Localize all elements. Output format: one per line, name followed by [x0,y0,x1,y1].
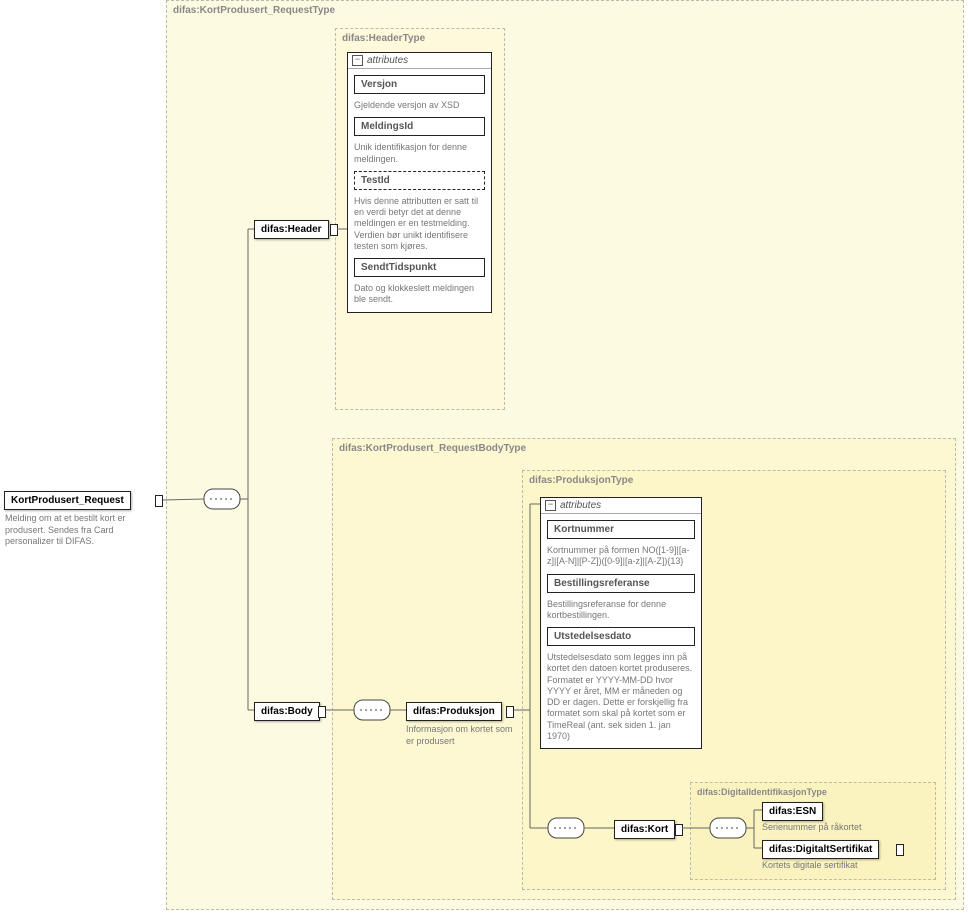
produksjon-type-label: difas:ProduksjonType [529,475,633,486]
attr-sendttidspunkt-desc: Dato og klokkeslett meldingen ble sendt. [354,283,485,306]
kort-element: difas:Kort [614,820,675,839]
header-attrs: − attributes Versjon Gjeldende versjon a… [347,52,492,313]
attr-bestillingsreferanse: Bestillingsreferanse [547,574,695,593]
tab-icon [506,706,514,718]
attr-versjon: Versjon [354,75,485,94]
tab-icon [675,824,683,836]
esn-element: difas:ESN [762,802,823,821]
sertifikat-desc: Kortets digitale sertifikat [762,860,912,872]
tab-icon [318,706,326,718]
tab-icon [330,224,338,236]
produksjon-desc: Informasjon om kortet som er produsert [406,724,518,747]
produksjon-attrs: − attributes Kortnummer Kortnummer på fo… [540,497,702,749]
produksjon-element: difas:Produksjon [406,702,502,721]
header-element: difas:Header [254,220,329,239]
root-element: KortProdusert_Request [4,491,131,510]
attr-meldingsid-desc: Unik identifikasjon for denne meldingen. [354,142,485,165]
attr-testid: TestId [354,171,485,190]
request-type-label: difas:KortProdusert_RequestType [173,5,335,16]
root-desc: Melding om at et bestilt kort er produse… [5,513,145,548]
produksjon-attrs-title: − attributes [541,498,701,514]
attr-bestillingsreferanse-desc: Bestillingsreferanse for denne kortbesti… [547,599,695,622]
tab-icon [155,495,163,507]
attr-utstedelsesdato: Utstedelsesdato [547,627,695,646]
collapse-icon[interactable]: − [545,500,556,511]
attr-utstedelsesdato-desc: Utstedelsesdato som legges inn på kortet… [547,652,695,742]
sertifikat-element: difas:DigitaltSertifikat [762,840,879,859]
esn-desc: Serienummer på råkortet [762,822,912,834]
body-type-label: difas:KortProdusert_RequestBodyType [339,443,526,454]
header-attrs-title: − attributes [348,53,491,69]
attr-versjon-desc: Gjeldende versjon av XSD [354,100,485,111]
attr-kortnummer: Kortnummer [547,520,695,539]
attr-testid-desc: Hvis denne attributten er satt til en ve… [354,196,485,252]
collapse-icon[interactable]: − [352,55,363,66]
attr-sendttidspunkt: SendtTidspunkt [354,258,485,277]
body-element: difas:Body [254,702,320,721]
attr-kortnummer-desc: Kortnummer på formen NO([1-9]|[a-z]|[A-N… [547,545,695,568]
digid-type-label: difas:DigitalIdentifikasjonType [697,787,827,797]
tab-icon [896,844,904,856]
attr-meldingsid: MeldingsId [354,117,485,136]
header-type-label: difas:HeaderType [342,33,425,44]
